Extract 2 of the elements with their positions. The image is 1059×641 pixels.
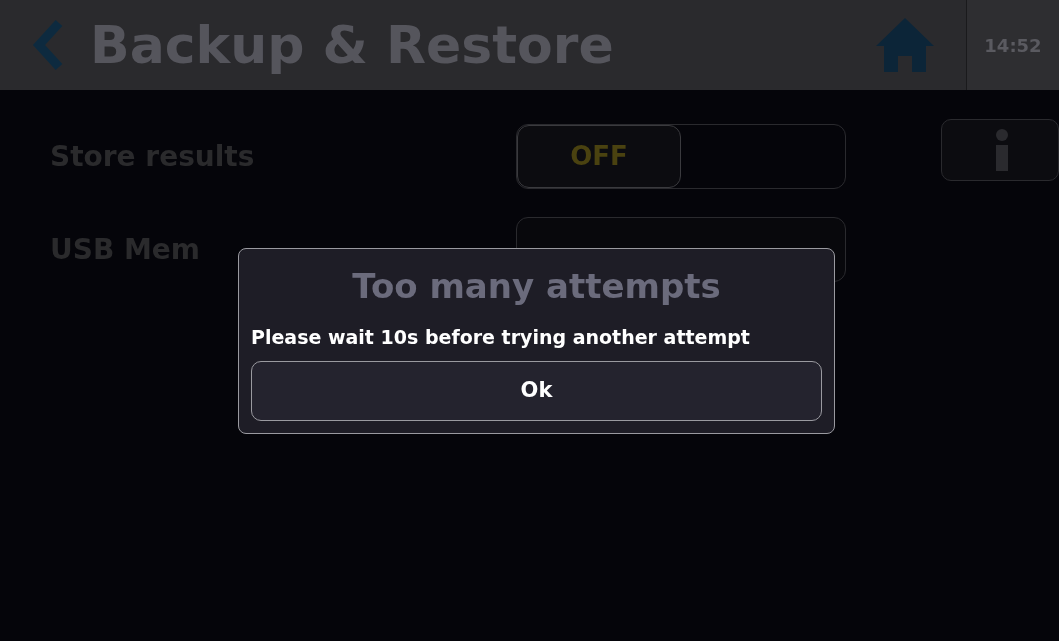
dialog-title: Too many attempts [351, 269, 722, 303]
dialog-message: Please wait 10s before trying another attempt [251, 325, 751, 350]
